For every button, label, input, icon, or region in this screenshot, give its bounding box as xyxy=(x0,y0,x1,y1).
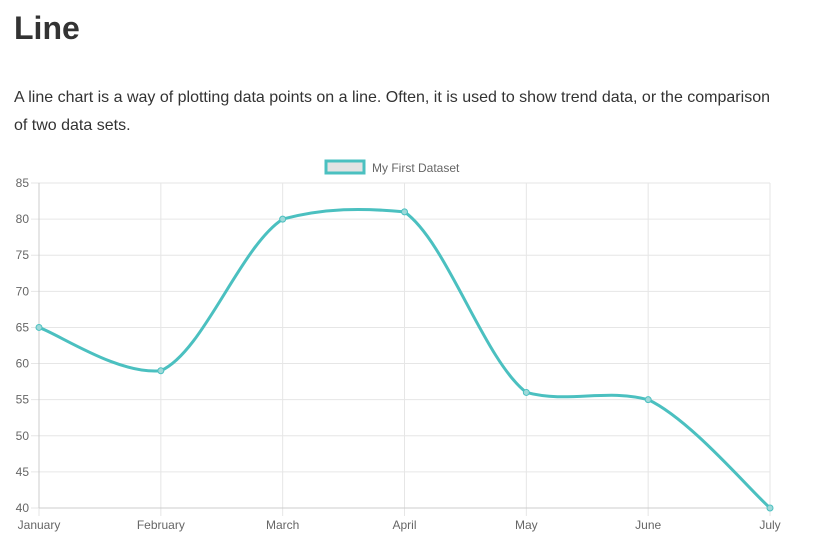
x-tick-label: March xyxy=(266,518,299,532)
data-point xyxy=(401,208,408,216)
data-point xyxy=(35,323,43,331)
y-tick-label: 40 xyxy=(16,501,30,515)
x-tick-label: July xyxy=(759,518,780,532)
y-tick-label: 75 xyxy=(16,248,30,262)
y-tick-label: 45 xyxy=(16,465,30,479)
x-tick-label: January xyxy=(18,518,61,532)
y-tick-label: 70 xyxy=(16,284,30,298)
line-chart: 85 80 75 70 65 60 55 50 45 40 January February March… xyxy=(0,150,828,543)
y-tick-label: 55 xyxy=(16,393,30,407)
x-tick-label: May xyxy=(515,518,538,532)
page-title: Line xyxy=(14,10,80,46)
x-tick-label: February xyxy=(137,518,185,532)
y-tick-label: 85 xyxy=(16,176,30,190)
page-description: A line chart is a way of plotting data p… xyxy=(14,89,770,134)
data-point xyxy=(644,396,652,404)
data-point xyxy=(766,504,774,512)
data-point xyxy=(157,367,165,375)
chart-canvas: 85 80 75 70 65 60 55 50 45 40 January February March… xyxy=(16,159,781,532)
x-tick-label: April xyxy=(392,518,416,532)
y-tick-label: 60 xyxy=(16,357,30,371)
y-tick-label: 65 xyxy=(16,320,30,334)
legend-label: My First Dataset xyxy=(372,161,460,175)
y-tick-label: 80 xyxy=(16,212,30,226)
data-point xyxy=(279,215,287,223)
x-tick-label: June xyxy=(635,518,661,532)
data-point xyxy=(522,388,530,396)
y-tick-label: 50 xyxy=(16,429,30,443)
legend-swatch xyxy=(324,159,366,175)
